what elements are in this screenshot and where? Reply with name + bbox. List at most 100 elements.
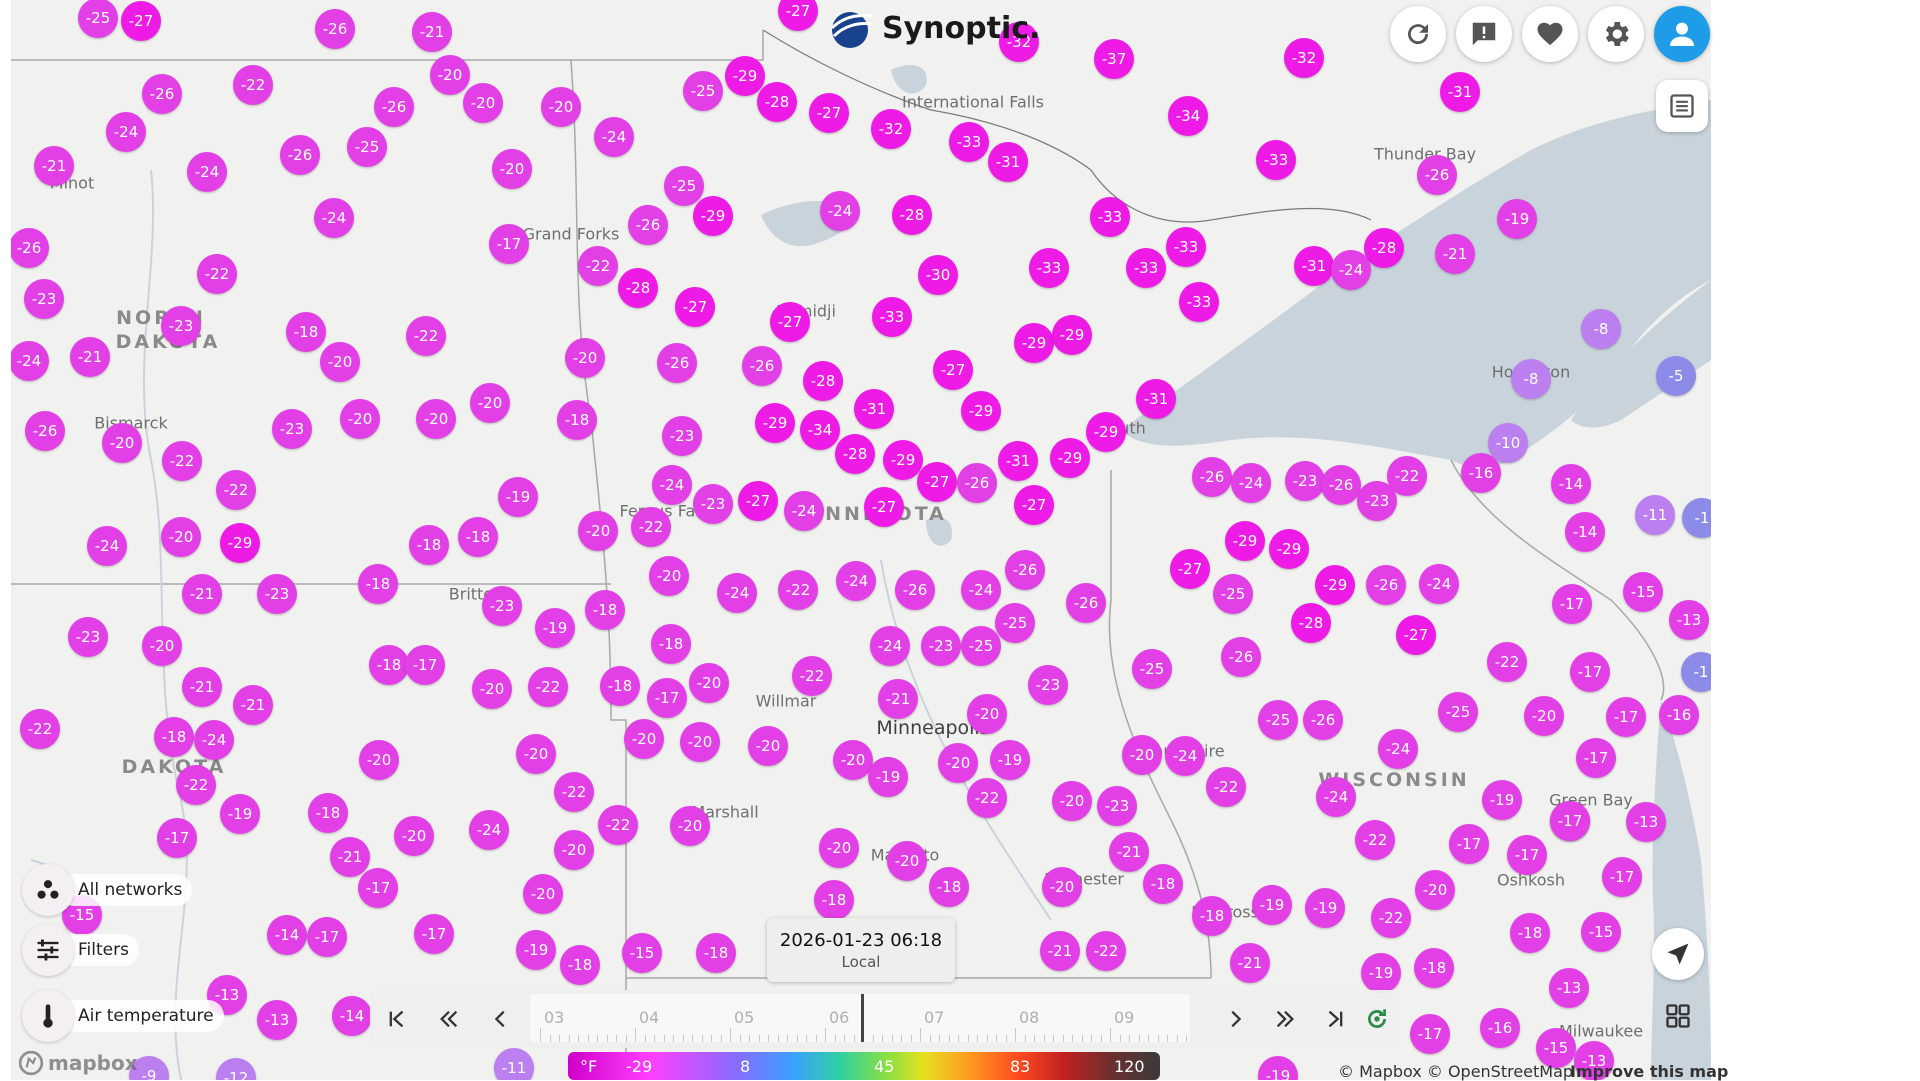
station-marker[interactable]: -20 <box>938 743 978 783</box>
station-marker[interactable]: -22 <box>631 507 671 547</box>
station-marker[interactable]: -20 <box>1042 867 1082 907</box>
settings-button[interactable] <box>1588 6 1644 62</box>
station-marker[interactable]: -26 <box>1303 700 1343 740</box>
station-marker[interactable]: -26 <box>1321 465 1361 505</box>
station-marker[interactable]: -28 <box>835 434 875 474</box>
station-marker[interactable]: -23 <box>161 306 201 346</box>
station-marker[interactable]: -18 <box>409 525 449 565</box>
station-marker[interactable]: -18 <box>1143 864 1183 904</box>
station-marker[interactable]: -31 <box>998 441 1038 481</box>
station-marker[interactable]: -29 <box>1014 323 1054 363</box>
station-marker[interactable]: -19 <box>516 930 556 970</box>
station-marker[interactable]: -21 <box>330 837 370 877</box>
station-marker[interactable]: -22 <box>967 778 1007 818</box>
station-marker[interactable]: -26 <box>1221 637 1261 677</box>
station-marker[interactable]: -20 <box>340 399 380 439</box>
station-marker[interactable]: -20 <box>680 722 720 762</box>
station-marker[interactable]: -21 <box>1109 832 1149 872</box>
station-marker[interactable]: -24 <box>1419 564 1459 604</box>
station-marker[interactable]: -32 <box>871 109 911 149</box>
station-marker[interactable]: -24 <box>106 112 146 152</box>
station-marker[interactable]: -33 <box>1029 248 1069 288</box>
station-marker[interactable]: -21 <box>70 337 110 377</box>
station-marker[interactable]: -24 <box>820 191 860 231</box>
station-marker[interactable]: -20 <box>578 511 618 551</box>
station-marker[interactable]: -33 <box>949 122 989 162</box>
station-marker[interactable]: -22 <box>1355 820 1395 860</box>
station-marker[interactable]: -19 <box>220 794 260 834</box>
networks-button[interactable] <box>22 864 74 916</box>
station-marker[interactable]: -29 <box>725 56 765 96</box>
station-marker[interactable]: -23 <box>1285 461 1325 501</box>
station-marker[interactable]: -26 <box>628 205 668 245</box>
filters-button[interactable] <box>22 924 74 976</box>
station-marker[interactable]: -24 <box>1316 777 1356 817</box>
station-marker[interactable]: -21 <box>1230 943 1270 983</box>
station-marker[interactable]: -20 <box>470 383 510 423</box>
station-marker[interactable]: -27 <box>1396 615 1436 655</box>
station-marker[interactable]: -21 <box>182 574 222 614</box>
station-marker[interactable]: -17 <box>405 645 445 685</box>
station-marker[interactable]: -31 <box>854 389 894 429</box>
station-marker[interactable]: -17 <box>157 818 197 858</box>
station-marker[interactable]: -20 <box>416 399 456 439</box>
station-marker[interactable]: -24 <box>87 526 127 566</box>
station-marker[interactable]: -18 <box>1192 896 1232 936</box>
station-marker[interactable]: -18 <box>557 400 597 440</box>
station-marker[interactable]: -20 <box>833 740 873 780</box>
station-marker[interactable]: -17 <box>1550 801 1590 841</box>
station-marker[interactable]: -20 <box>472 669 512 709</box>
station-marker[interactable]: -20 <box>670 806 710 846</box>
station-marker[interactable]: -17 <box>1576 738 1616 778</box>
station-marker[interactable]: -18 <box>154 717 194 757</box>
station-marker[interactable]: -27 <box>933 350 973 390</box>
station-marker[interactable]: -22 <box>1206 767 1246 807</box>
station-marker[interactable]: -22 <box>598 805 638 845</box>
station-marker[interactable]: -21 <box>412 12 452 52</box>
station-marker[interactable]: -26 <box>374 87 414 127</box>
station-marker[interactable]: -17 <box>1552 584 1592 624</box>
station-marker[interactable]: -19 <box>535 608 575 648</box>
station-marker[interactable]: -24 <box>1231 463 1271 503</box>
station-marker[interactable]: -27 <box>121 1 161 41</box>
station-marker[interactable]: -18 <box>560 945 600 985</box>
station-marker[interactable]: -18 <box>358 564 398 604</box>
station-marker[interactable]: -28 <box>618 268 658 308</box>
station-marker[interactable]: -29 <box>883 440 923 480</box>
station-marker[interactable]: -17 <box>489 224 529 264</box>
station-marker[interactable]: -15 <box>1623 572 1663 612</box>
station-marker[interactable]: -14 <box>1551 464 1591 504</box>
station-marker[interactable]: -24 <box>1165 736 1205 776</box>
station-marker[interactable]: -18 <box>585 590 625 630</box>
station-marker[interactable]: -22 <box>176 765 216 805</box>
station-marker[interactable]: -26 <box>1366 565 1406 605</box>
station-marker[interactable]: -23 <box>272 409 312 449</box>
station-marker[interactable]: -33 <box>1256 140 1296 180</box>
station-marker[interactable]: -22 <box>778 570 818 610</box>
station-marker[interactable]: -17 <box>414 914 454 954</box>
station-marker[interactable]: -28 <box>1364 228 1404 268</box>
station-marker[interactable]: -20 <box>359 740 399 780</box>
station-marker[interactable]: -29 <box>1225 521 1265 561</box>
station-marker[interactable]: -15 <box>1581 912 1621 952</box>
station-marker[interactable]: -24 <box>469 810 509 850</box>
station-marker[interactable]: -18 <box>286 312 326 352</box>
station-marker[interactable]: -23 <box>482 586 522 626</box>
station-marker[interactable]: -17 <box>358 868 398 908</box>
station-marker[interactable]: -23 <box>1357 481 1397 521</box>
station-marker[interactable]: -20 <box>1415 870 1455 910</box>
station-marker[interactable]: -23 <box>24 279 64 319</box>
station-marker[interactable]: -26 <box>742 346 782 386</box>
station-marker[interactable]: -27 <box>1170 549 1210 589</box>
station-marker[interactable]: -23 <box>1097 786 1137 826</box>
networks-selector[interactable]: All networks <box>58 874 193 906</box>
station-marker[interactable]: -29 <box>755 403 795 443</box>
station-marker[interactable]: -24 <box>594 117 634 157</box>
station-marker[interactable]: -18 <box>696 933 736 973</box>
station-marker[interactable]: -22 <box>406 316 446 356</box>
station-marker[interactable]: -24 <box>961 570 1001 610</box>
timeline-playhead[interactable] <box>861 994 864 1042</box>
station-marker[interactable]: -26 <box>1192 457 1232 497</box>
station-marker[interactable]: -27 <box>917 462 957 502</box>
station-marker[interactable]: -33 <box>1166 227 1206 267</box>
